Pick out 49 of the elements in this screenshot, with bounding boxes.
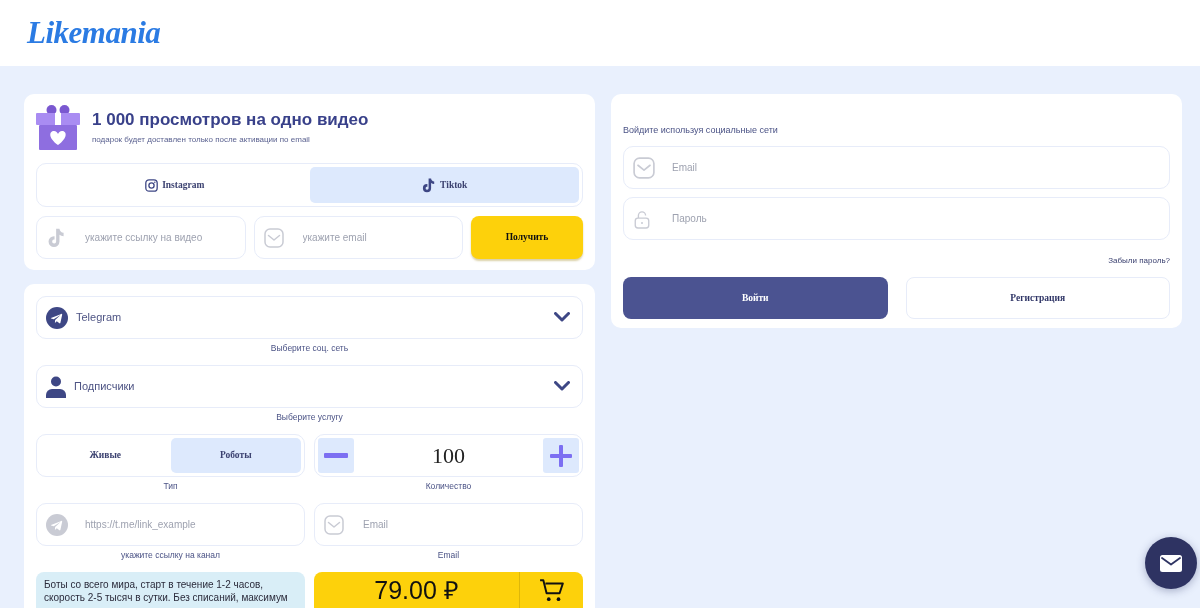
paper-plane-icon xyxy=(46,513,68,536)
channel-link-field[interactable]: https://t.me/link_example xyxy=(36,503,305,546)
login-prompt: Войдите используя социальные сети xyxy=(623,124,779,136)
chevron-down-icon xyxy=(554,312,570,323)
music-note-icon xyxy=(46,227,66,248)
quantity-value: 100 xyxy=(432,442,465,470)
forgot-password-link[interactable]: Забыли пароль? xyxy=(1108,256,1170,266)
envelope-icon xyxy=(633,156,655,179)
field-hint: Выберите соц. сеть xyxy=(269,343,350,353)
field-hint: Выберите услугу xyxy=(275,412,344,422)
minus-icon xyxy=(324,453,348,458)
gift-icon xyxy=(36,104,80,150)
field-hint: Количество xyxy=(424,481,473,491)
email-field[interactable]: укажите email xyxy=(253,216,463,259)
type-option[interactable]: Живые xyxy=(40,438,171,473)
email-field[interactable]: Email xyxy=(623,146,1170,189)
get-button[interactable]: Получить xyxy=(471,216,583,259)
login-button[interactable]: Войти xyxy=(623,277,888,319)
decrease-button[interactable] xyxy=(318,438,354,473)
price-button[interactable]: 79.00 ₽ xyxy=(314,572,519,608)
register-button[interactable]: Регистрация xyxy=(905,277,1170,319)
camera-icon xyxy=(145,178,159,192)
envelope-icon xyxy=(263,227,284,248)
field-hint: укажите ссылку на канал xyxy=(120,550,221,560)
envelope-icon xyxy=(324,514,344,535)
type-option[interactable]: Роботы xyxy=(170,438,301,473)
platform-tab[interactable]: Instagram xyxy=(40,167,310,203)
email-field[interactable]: Email xyxy=(314,503,583,546)
service-select[interactable]: Подписчики xyxy=(36,365,583,408)
padlock-icon xyxy=(633,208,651,229)
network-select[interactable]: Telegram xyxy=(36,296,583,339)
info-note: Боты со всего мира, старт в течение 1-2 часов, скорость 2-5 тысяч в сутки. Без списаний, максимум xyxy=(36,572,305,608)
plus-icon xyxy=(550,444,572,467)
cart-icon xyxy=(538,577,565,603)
password-field[interactable]: Пароль xyxy=(623,197,1170,240)
video-link-field[interactable]: укажите ссылку на видео xyxy=(36,216,246,259)
offer-title: 1 000 просмотров на одно видео xyxy=(92,109,369,130)
field-hint: Тип xyxy=(162,481,179,491)
cart-button[interactable] xyxy=(519,572,583,608)
field-hint: Email xyxy=(436,550,461,560)
envelope-icon xyxy=(1160,554,1182,572)
platform-tab[interactable]: Tiktok xyxy=(309,167,579,203)
person-icon xyxy=(46,375,66,398)
logo-text: Likemania xyxy=(27,15,161,51)
chevron-down-icon xyxy=(554,381,570,392)
paper-plane-icon xyxy=(46,306,68,329)
offer-subtitle: подарок будет доставлен только после активации по email xyxy=(92,134,311,145)
increase-button[interactable] xyxy=(543,438,579,473)
music-note-icon xyxy=(421,177,437,193)
